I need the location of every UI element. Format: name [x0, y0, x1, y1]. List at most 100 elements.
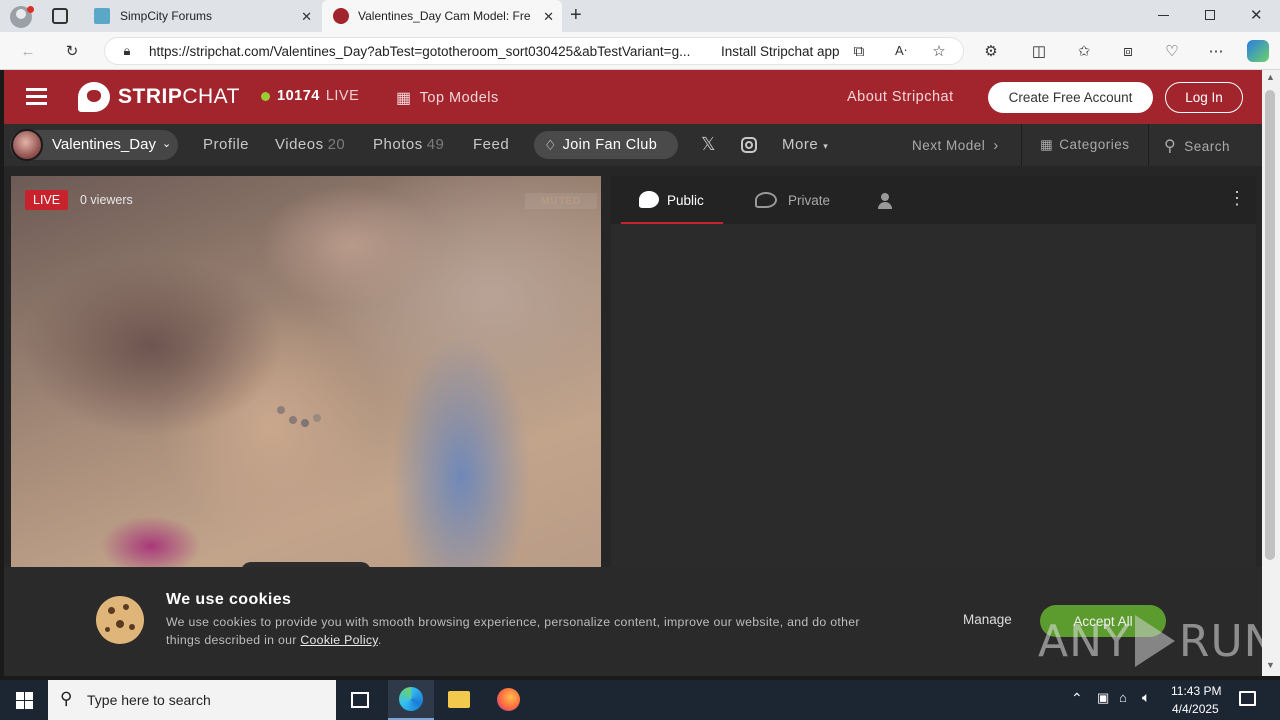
- model-nav-bar: Valentines_Day ⌄ Profile Videos 20 Photos…: [4, 124, 1262, 166]
- manage-cookies-button[interactable]: Manage: [963, 612, 1012, 627]
- profile-avatar-icon[interactable]: [10, 6, 34, 28]
- extensions-icon[interactable]: ⚙: [981, 41, 1001, 61]
- model-username: Valentines_Day: [52, 136, 156, 153]
- settings-more-icon[interactable]: ⋯: [1206, 41, 1226, 61]
- login-button[interactable]: Log In: [1165, 82, 1243, 113]
- create-account-button[interactable]: Create Free Account: [988, 82, 1153, 113]
- chat-menu-icon[interactable]: ⋮: [1228, 188, 1246, 209]
- clock-date[interactable]: 4/4/2025: [1172, 702, 1219, 716]
- categories-link[interactable]: ▦ Categories: [1040, 137, 1130, 153]
- clock-time[interactable]: 11:43 PM: [1171, 684, 1221, 698]
- divider: [1021, 124, 1022, 166]
- stripchat-logo[interactable]: STRIP CHAT: [78, 82, 240, 112]
- fan-club-label: Join Fan Club: [562, 137, 658, 153]
- chevron-right-icon: ›: [993, 137, 999, 154]
- chat-bubble-icon: [639, 191, 659, 208]
- close-tab-icon[interactable]: ✕: [543, 9, 554, 25]
- chat-messages-area: [611, 224, 1256, 568]
- top-models-label: Top Models: [419, 90, 499, 106]
- minimize-icon[interactable]: [1158, 15, 1169, 16]
- stripchat-favicon-icon: [333, 8, 349, 24]
- volume-icon[interactable]: 🔈︎: [1142, 689, 1150, 706]
- browser-essentials-icon[interactable]: ♡: [1162, 41, 1182, 61]
- collections-icon[interactable]: ⧈: [1118, 41, 1138, 61]
- model-username-dropdown[interactable]: Valentines_Day ⌄: [10, 129, 178, 161]
- scroll-up-icon[interactable]: ▲: [1266, 72, 1275, 82]
- edge-taskbar-icon[interactable]: [388, 680, 434, 720]
- restore-icon[interactable]: [1205, 10, 1215, 20]
- favorite-star-icon[interactable]: ☆: [929, 41, 949, 61]
- task-view-icon[interactable]: [351, 692, 369, 708]
- cookie-text-line2-prefix: things described in our: [166, 633, 297, 647]
- network-icon[interactable]: ⌂: [1119, 690, 1127, 705]
- notifications-icon[interactable]: [1239, 691, 1256, 706]
- photos-count: 49: [426, 136, 445, 153]
- simpcity-favicon-icon: [94, 8, 110, 24]
- windows-start-icon[interactable]: [16, 692, 33, 709]
- close-tab-icon[interactable]: ✕: [301, 9, 312, 25]
- back-icon[interactable]: ←: [18, 41, 38, 61]
- next-model-link[interactable]: Next Model ›: [912, 137, 999, 154]
- more-dropdown[interactable]: More ▾: [782, 136, 828, 153]
- tab-stripchat[interactable]: Valentines_Day Cam Model: Free ✕: [322, 0, 562, 32]
- join-fan-club-button[interactable]: ♢ Join Fan Club: [534, 131, 678, 159]
- close-window-icon[interactable]: ✕: [1250, 6, 1263, 24]
- copilot-icon[interactable]: [1247, 40, 1269, 62]
- feed-tab[interactable]: Feed: [473, 136, 509, 153]
- read-aloud-icon[interactable]: Aᐧ: [891, 41, 911, 61]
- hamburger-menu-icon[interactable]: [26, 88, 47, 105]
- profile-tab[interactable]: Profile: [203, 136, 249, 153]
- period: .: [377, 633, 382, 647]
- live-badge: LIVE: [25, 190, 69, 210]
- meet-now-icon[interactable]: ▣: [1097, 690, 1109, 706]
- new-tab-icon[interactable]: +: [570, 4, 582, 27]
- muted-badge[interactable]: MUTED: [525, 193, 597, 209]
- firefox-icon[interactable]: [497, 688, 520, 711]
- videos-tab[interactable]: Videos 20: [275, 136, 345, 153]
- chevron-up-icon[interactable]: ⌃: [1071, 690, 1083, 707]
- next-model-label: Next Model: [912, 138, 986, 153]
- search-icon: ⚲: [1164, 138, 1177, 155]
- instagram-icon[interactable]: [741, 137, 757, 153]
- diamond-icon: ♢: [544, 136, 557, 153]
- file-explorer-icon[interactable]: [448, 691, 470, 708]
- viewers-count: 0 viewers: [80, 193, 133, 207]
- refresh-icon[interactable]: ↻: [62, 41, 82, 61]
- anyrun-watermark-logo: ANY RUN: [1038, 611, 1262, 671]
- top-models-link[interactable]: ▦ Top Models: [396, 88, 499, 108]
- photos-tab[interactable]: Photos 49: [373, 136, 444, 153]
- tab-actions-icon[interactable]: [52, 8, 68, 24]
- cookie-text-line1: We use cookies to provide you with smoot…: [166, 615, 860, 629]
- video-player[interactable]: LIVE 0 viewers MUTED: [11, 176, 601, 568]
- cookie-icon: [96, 596, 144, 644]
- tab-private[interactable]: Private: [741, 176, 841, 224]
- tab-public[interactable]: Public: [621, 176, 723, 224]
- live-dot-icon: [261, 91, 270, 101]
- app-install-icon[interactable]: ⧉: [849, 41, 869, 61]
- scroll-thumb[interactable]: [1265, 90, 1275, 560]
- tab-simpcity[interactable]: SimpCity Forums ✕: [84, 0, 320, 32]
- search-link[interactable]: ⚲ Search: [1164, 136, 1230, 156]
- users-tab-icon[interactable]: [877, 193, 893, 209]
- live-count[interactable]: 10174 LIVE: [261, 88, 359, 104]
- watermark-any: ANY: [1038, 615, 1131, 667]
- logo-strip: STRIP: [118, 85, 183, 108]
- more-label: More: [782, 136, 819, 153]
- about-link[interactable]: About Stripchat: [847, 89, 954, 105]
- scroll-down-icon[interactable]: ▼: [1266, 660, 1275, 670]
- cookie-policy-link[interactable]: Cookie Policy: [300, 633, 377, 647]
- cookie-title: We use cookies: [166, 591, 292, 608]
- avatar: [11, 129, 43, 161]
- chat-panel: Public Private ⋮: [611, 176, 1256, 568]
- windows-taskbar: ⚲ Type here to search ⌃ ▣ ⌂ 🔈︎ 11:43 PM …: [0, 680, 1280, 720]
- x-twitter-icon[interactable]: 𝕏: [701, 134, 716, 155]
- tab-public-label: Public: [667, 193, 704, 208]
- address-field[interactable]: 🔒︎ https://stripchat.com/Valentines_Day?…: [104, 37, 964, 65]
- favorites-icon[interactable]: ✩: [1074, 41, 1094, 61]
- taskbar-search-box[interactable]: ⚲ Type here to search: [48, 680, 336, 720]
- cookie-text-line2: things described in our Cookie Policy.: [166, 633, 382, 647]
- split-screen-icon[interactable]: ◫: [1029, 41, 1049, 61]
- install-app-link[interactable]: Install Stripchat app: [721, 44, 840, 59]
- tab-title: Valentines_Day Cam Model: Free: [358, 9, 530, 23]
- page-scrollbar[interactable]: ▲ ▼: [1262, 70, 1280, 676]
